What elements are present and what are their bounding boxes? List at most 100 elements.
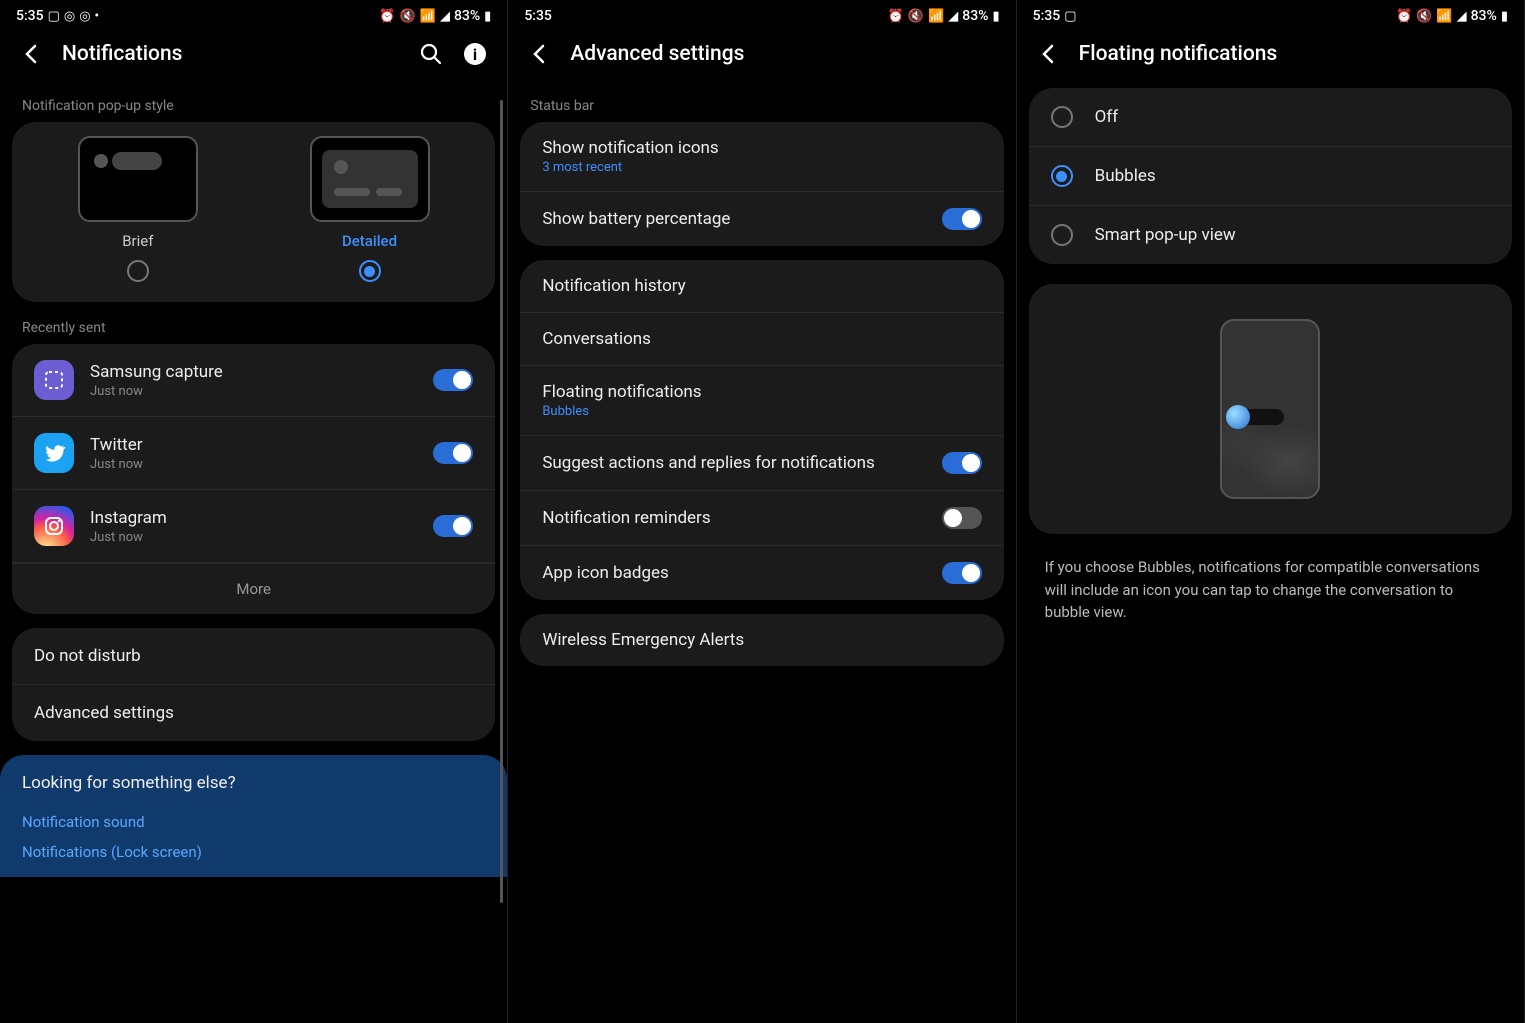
radio-off[interactable] — [1051, 106, 1073, 128]
radio-row-bubbles[interactable]: Bubbles — [1029, 147, 1512, 206]
toggle-notif-reminders[interactable] — [942, 507, 982, 529]
app-row-twitter[interactable]: Twitter Just now — [12, 417, 495, 490]
battery-text: 83% — [1471, 8, 1497, 24]
battery-text: 83% — [962, 8, 988, 24]
page-header: Advanced settings — [508, 28, 1015, 80]
page-title: Floating notifications — [1079, 42, 1504, 66]
popup-option-brief[interactable]: Brief — [32, 136, 244, 282]
toggle-instagram[interactable] — [433, 515, 473, 537]
battery-text: 83% — [454, 8, 480, 24]
group2-card: Notification history Conversations Float… — [520, 260, 1003, 600]
phone-screen-advanced: 5:35 ⏰ 🔇 📶 ◢ 83% ▮ Advanced settings Sta… — [508, 0, 1016, 1023]
popup-label-detailed: Detailed — [342, 232, 397, 250]
radio-detailed[interactable] — [359, 260, 381, 282]
row-sub: 3 most recent — [542, 160, 981, 175]
app-icon-twitter — [34, 433, 74, 473]
section-label-recent: Recently sent — [0, 302, 507, 344]
popup-label-brief: Brief — [122, 232, 153, 250]
app-row-samsung-capture[interactable]: Samsung capture Just now — [12, 344, 495, 417]
popup-option-detailed[interactable]: Detailed — [264, 136, 476, 282]
row-title: Wireless Emergency Alerts — [542, 630, 981, 650]
mute-icon: 🔇 — [908, 9, 924, 24]
group3-card: Wireless Emergency Alerts — [520, 614, 1003, 666]
row-notif-history[interactable]: Notification history — [520, 260, 1003, 313]
looking-for-title: Looking for something else? — [22, 773, 485, 793]
section-label-statusbar: Status bar — [508, 80, 1015, 122]
row-app-icon-badges[interactable]: App icon badges — [520, 546, 1003, 600]
more-button[interactable]: More — [12, 563, 495, 614]
radio-row-off[interactable]: Off — [1029, 88, 1512, 147]
row-wireless-emergency[interactable]: Wireless Emergency Alerts — [520, 614, 1003, 666]
app-name: Twitter — [90, 435, 417, 455]
row-advanced-settings[interactable]: Advanced settings — [12, 685, 495, 741]
radio-smart-popup[interactable] — [1051, 224, 1073, 246]
link-notifications-lockscreen[interactable]: Notifications (Lock screen) — [22, 837, 485, 867]
clock-text: 5:35 — [524, 8, 552, 24]
alarm-icon: ⏰ — [1396, 9, 1412, 24]
row-suggest-actions[interactable]: Suggest actions and replies for notifica… — [520, 436, 1003, 491]
radio-label: Bubbles — [1095, 166, 1156, 186]
signal-icon: ◢ — [440, 9, 450, 24]
app-icon-instagram — [34, 506, 74, 546]
toggle-app-icon-badges[interactable] — [942, 562, 982, 584]
toggle-twitter[interactable] — [433, 442, 473, 464]
instagram-status-icon: ◎ — [64, 9, 75, 24]
app-sub: Just now — [90, 530, 417, 545]
row-floating-notif[interactable]: Floating notifications Bubbles — [520, 366, 1003, 436]
illustration-phone — [1220, 319, 1320, 499]
wifi-icon: 📶 — [420, 9, 436, 24]
toggle-suggest-actions[interactable] — [942, 452, 982, 474]
bubbles-description: If you choose Bubbles, notifications for… — [1017, 534, 1524, 646]
battery-icon: ▮ — [1501, 9, 1508, 24]
alarm-icon: ⏰ — [888, 9, 904, 24]
clock-text: 5:35 — [1033, 8, 1061, 24]
app-name: Samsung capture — [90, 362, 417, 382]
toggle-battery-pct[interactable] — [942, 208, 982, 230]
signal-icon: ◢ — [1457, 9, 1467, 24]
phone-screen-floating: 5:35 ▢ ⏰ 🔇 📶 ◢ 83% ▮ Floating notificati… — [1017, 0, 1525, 1023]
recent-apps-card: Samsung capture Just now Twitter Just no… — [12, 344, 495, 614]
app-sub: Just now — [90, 384, 417, 399]
toggle-samsung-capture[interactable] — [433, 369, 473, 391]
popup-preview-detailed — [310, 136, 430, 222]
looking-for-panel: Looking for something else? Notification… — [0, 755, 507, 877]
more-dot-icon: • — [95, 9, 100, 24]
row-do-not-disturb[interactable]: Do not disturb — [12, 628, 495, 685]
row-title: Conversations — [542, 329, 981, 349]
search-icon[interactable] — [419, 42, 443, 66]
status-bar: 5:35 ⏰ 🔇 📶 ◢ 83% ▮ — [508, 0, 1015, 28]
back-icon[interactable] — [1037, 42, 1061, 66]
row-title: App icon badges — [542, 563, 925, 583]
app-name: Instagram — [90, 508, 417, 528]
page-title: Notifications — [62, 42, 401, 66]
group1-card: Show notification icons 3 most recent Sh… — [520, 122, 1003, 246]
info-icon[interactable]: i — [463, 42, 487, 66]
row-title: Notification history — [542, 276, 981, 296]
wifi-icon: 📶 — [928, 9, 944, 24]
row-notif-reminders[interactable]: Notification reminders — [520, 491, 1003, 546]
radio-label: Smart pop-up view — [1095, 225, 1236, 245]
row-title: Floating notifications — [542, 382, 981, 402]
row-conversations[interactable]: Conversations — [520, 313, 1003, 366]
row-show-battery-pct[interactable]: Show battery percentage — [520, 192, 1003, 246]
back-icon[interactable] — [20, 42, 44, 66]
picture-icon: ▢ — [1064, 9, 1076, 24]
radio-brief[interactable] — [127, 260, 149, 282]
bubbles-illustration — [1029, 284, 1512, 534]
app-sub: Just now — [90, 457, 417, 472]
scrollbar[interactable] — [500, 100, 503, 903]
radio-row-smart-popup[interactable]: Smart pop-up view — [1029, 206, 1512, 264]
clock-text: 5:35 — [16, 8, 44, 24]
page-title: Advanced settings — [570, 42, 995, 66]
link-notification-sound[interactable]: Notification sound — [22, 807, 485, 837]
row-title: Show notification icons — [542, 138, 981, 158]
back-icon[interactable] — [528, 42, 552, 66]
wifi-icon: 📶 — [1436, 9, 1452, 24]
row-show-notif-icons[interactable]: Show notification icons 3 most recent — [520, 122, 1003, 192]
app-row-instagram[interactable]: Instagram Just now — [12, 490, 495, 563]
row-title: Show battery percentage — [542, 209, 925, 229]
instagram-status-icon: ◎ — [79, 9, 90, 24]
radio-bubbles[interactable] — [1051, 165, 1073, 187]
battery-icon: ▮ — [484, 9, 491, 24]
row-title: Notification reminders — [542, 508, 925, 528]
